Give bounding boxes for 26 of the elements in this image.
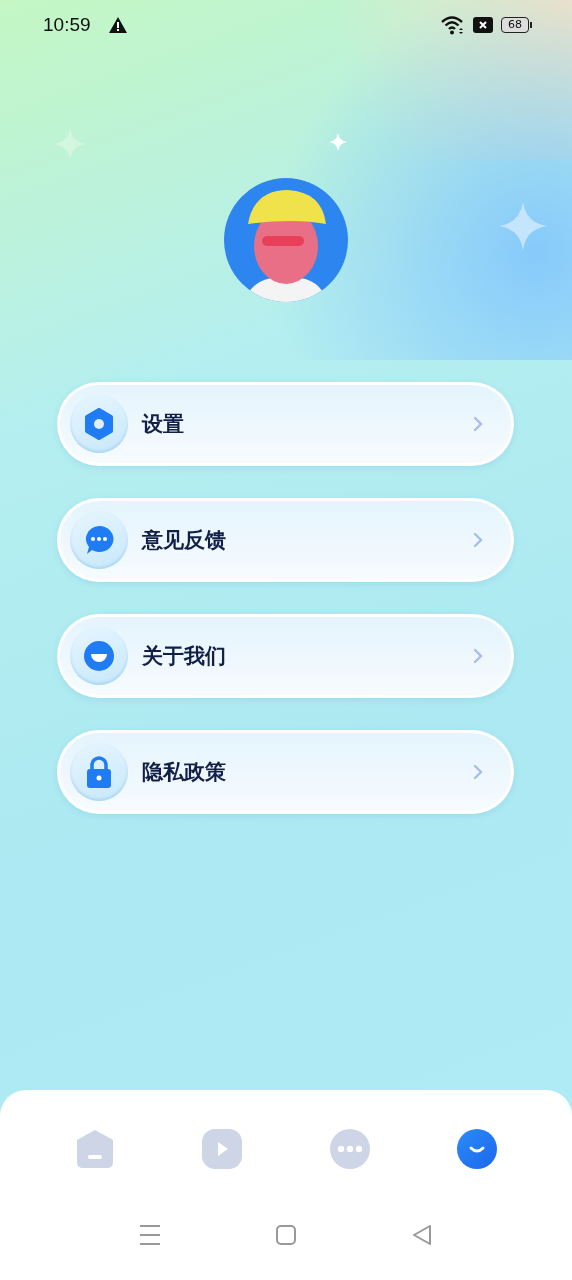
smile-icon xyxy=(83,640,115,672)
gear-icon xyxy=(83,408,115,440)
profile-tab[interactable] xyxy=(457,1129,498,1169)
warning-icon xyxy=(108,17,127,33)
chevron-right-icon xyxy=(473,648,483,664)
play-tab[interactable] xyxy=(202,1129,243,1169)
sim-off-icon xyxy=(473,17,493,33)
home-tab[interactable] xyxy=(74,1129,115,1169)
chevron-right-icon xyxy=(473,764,483,780)
sparkle-icon xyxy=(329,133,347,151)
lock-icon xyxy=(85,756,113,788)
chevron-right-icon xyxy=(473,532,483,548)
chat-icon xyxy=(83,524,115,556)
clock-time: 10:59 xyxy=(43,14,91,36)
home-button-icon[interactable] xyxy=(275,1224,297,1246)
menu-icon[interactable] xyxy=(139,1224,161,1246)
menu-item[interactable]: 关于我们 xyxy=(57,614,514,698)
menu-item[interactable]: 设置 xyxy=(57,382,514,466)
menu-item[interactable]: 意见反馈 xyxy=(57,498,514,582)
wifi-icon xyxy=(441,15,465,35)
back-icon[interactable] xyxy=(411,1224,433,1246)
battery-indicator: 68 xyxy=(501,17,532,33)
menu-item[interactable]: 隐私政策 xyxy=(57,730,514,814)
more-tab[interactable] xyxy=(329,1129,370,1169)
chevron-right-icon xyxy=(473,416,483,432)
sparkle-icon xyxy=(499,202,547,250)
